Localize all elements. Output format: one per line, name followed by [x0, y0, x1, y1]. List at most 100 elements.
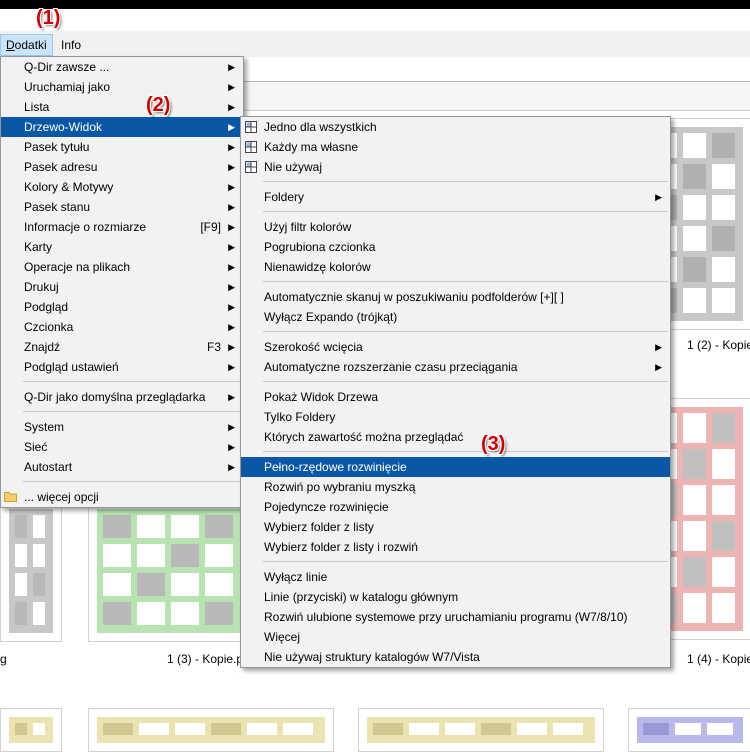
- menu-item-wybierz-folder-z-listy[interactable]: Wybierz folder z listy: [241, 517, 670, 537]
- menu-item-czcionka[interactable]: Czcionka ▶: [1, 317, 243, 337]
- thumbnail-image[interactable]: [358, 708, 604, 752]
- menu-item-label: Jedno dla wszystkich: [264, 120, 377, 134]
- menu-item-drukuj[interactable]: Drukuj ▶: [1, 277, 243, 297]
- menu-item-label: Nie używaj struktury katalogów W7/Vista: [264, 650, 480, 664]
- thumbnail-image[interactable]: [628, 708, 750, 752]
- menu-item-pasek-stanu[interactable]: Pasek stanu ▶: [1, 197, 243, 217]
- menu-item-automatycznie-skanuj-w-poszukiwaniu-podfolderów[interactable]: Automatycznie skanuj w poszukiwaniu podf…: [241, 287, 670, 307]
- grid-icon: [245, 141, 257, 153]
- menu-item-label: Pasek tytułu: [24, 140, 90, 154]
- submenu-arrow-icon: ▶: [228, 142, 235, 152]
- toolbar: [244, 82, 750, 111]
- submenu-arrow-icon: ▶: [228, 302, 235, 312]
- menu-item-użyj-filtr-kolorów[interactable]: Użyj filtr kolorów: [241, 217, 670, 237]
- thumbnail-image[interactable]: [0, 500, 62, 642]
- menu-item-label: Automatycznie skanuj w poszukiwaniu podf…: [264, 290, 564, 304]
- menu-item-label: Sieć: [24, 440, 48, 454]
- thumbnail-cell: [175, 723, 205, 735]
- menu-item-uruchamiaj-jako[interactable]: Uruchamiaj jako ▶: [1, 77, 243, 97]
- menu-item-informacje-o-rozmiarze[interactable]: Informacje o rozmiarze [F9] ▶: [1, 217, 243, 237]
- thumbnail-cell: [683, 164, 706, 189]
- menu-separator: [241, 377, 670, 387]
- menu-item-q-dir-jako-domyślna-przeglądarka[interactable]: Q-Dir jako domyślna przeglądarka ▶: [1, 387, 243, 407]
- thumbnail-cell: [683, 557, 706, 587]
- thumbnail-cell: [15, 515, 27, 538]
- thumb-caption: 1 (2) - Kopie: [687, 338, 750, 352]
- menu-item-label: Których zawartość można przeglądać: [264, 430, 464, 444]
- thumbnail-cell: [373, 723, 403, 735]
- menu-item-pełno-rzędowe-rozwinięcie[interactable]: Pełno-rzędowe rozwinięcie: [241, 457, 670, 477]
- menu-item-więcej[interactable]: Więcej: [241, 627, 670, 647]
- menu-item-kolory-motywy[interactable]: Kolory & Motywy ▶: [1, 177, 243, 197]
- menu-item-karty[interactable]: Karty ▶: [1, 237, 243, 257]
- thumbnail-cell: [15, 544, 27, 567]
- submenu-arrow-icon: ▶: [228, 392, 235, 402]
- thumbnail-cell: [33, 544, 45, 567]
- submenu-arrow-icon: ▶: [228, 82, 235, 92]
- thumbnail-cell: [643, 723, 669, 735]
- menu-item-nie-używaj-struktury-katalogów-w7-vista[interactable]: Nie używaj struktury katalogów W7/Vista: [241, 647, 670, 667]
- menu-item-wyłącz-expando-trójkąt[interactable]: Wyłącz Expando (trójkąt): [241, 307, 670, 327]
- thumbnail-image[interactable]: [88, 500, 250, 642]
- thumbnail-cell: [103, 544, 131, 567]
- dodatki-dropdown-menu: Q-Dir zawsze ... ▶ Uruchamiaj jako ▶ Lista ▶ D…: [0, 56, 244, 508]
- submenu-arrow-icon: ▶: [228, 102, 235, 112]
- menu-item-pasek-adresu[interactable]: Pasek adresu ▶: [1, 157, 243, 177]
- thumbnail-cell: [137, 515, 165, 538]
- thumbnail-cell: [205, 602, 233, 625]
- thumbnail-cell: [409, 723, 439, 735]
- menu-item-rozwiń-ulubione-systemowe-przy-uruchamianiu-programu-w7-8-10[interactable]: Rozwiń ulubione systemowe przy uruchamia…: [241, 607, 670, 627]
- thumbnail-cell: [171, 602, 199, 625]
- thumbnail-image[interactable]: [0, 708, 62, 752]
- submenu-arrow-icon: ▶: [228, 422, 235, 432]
- menu-item-szerokość-wcięcia[interactable]: Szerokość wcięcia ▶: [241, 337, 670, 357]
- menu-item-automatyczne-rozszerzanie-czasu-przeciągania[interactable]: Automatyczne rozszerzanie czasu przeciąg…: [241, 357, 670, 377]
- submenu-arrow-icon: ▶: [228, 342, 235, 352]
- menu-item-q-dir-zawsze[interactable]: Q-Dir zawsze ... ▶: [1, 57, 243, 77]
- menu-item-operacje-na-plikach[interactable]: Operacje na plikach ▶: [1, 257, 243, 277]
- menu-item-drzewo-widok[interactable]: Drzewo-Widok ▶: [1, 117, 243, 137]
- menu-item-których-zawartość-można-przeglądać[interactable]: Których zawartość można przeglądać: [241, 427, 670, 447]
- menu-item-znajdź[interactable]: Znajdź F3 ▶: [1, 337, 243, 357]
- menu-item-nie-używaj[interactable]: Nie używaj: [241, 157, 670, 177]
- menu-item-pojedyncze-rozwinięcie[interactable]: Pojedyncze rozwinięcie: [241, 497, 670, 517]
- thumbnail-cell: [712, 195, 735, 220]
- menu-info[interactable]: Info: [56, 35, 86, 55]
- menu-item-więcej-opcji[interactable]: ... więcej opcji: [1, 487, 243, 507]
- menu-item-tylko-foldery[interactable]: Tylko Foldery: [241, 407, 670, 427]
- menu-item-jedno-dla-wszystkich[interactable]: Jedno dla wszystkich: [241, 117, 670, 137]
- menu-item-foldery[interactable]: Foldery ▶: [241, 187, 670, 207]
- submenu-arrow-icon: ▶: [228, 242, 235, 252]
- submenu-arrow-icon: ▶: [228, 362, 235, 372]
- menu-item-każdy-ma-własne[interactable]: Każdy ma własne: [241, 137, 670, 157]
- menu-item-podgląd[interactable]: Podgląd ▶: [1, 297, 243, 317]
- annotation-1: (1): [36, 7, 61, 29]
- menu-item-nienawidzę-kolorów[interactable]: Nienawidzę kolorów: [241, 257, 670, 277]
- menu-item-rozwiń-po-wybraniu-myszką[interactable]: Rozwiń po wybraniu myszką: [241, 477, 670, 497]
- menu-item-label: Użyj filtr kolorów: [264, 220, 352, 234]
- thumbnail-cell: [137, 573, 165, 596]
- menu-item-label: System: [24, 420, 65, 434]
- menu-separator: [241, 327, 670, 337]
- menu-item-pokaż-widok-drzewa[interactable]: Pokaż Widok Drzewa: [241, 387, 670, 407]
- address-bar[interactable]: [244, 57, 750, 82]
- menu-item-wybierz-folder-z-listy-i-rozwiń[interactable]: Wybierz folder z listy i rozwiń: [241, 537, 670, 557]
- menu-item-sieć[interactable]: Sieć ▶: [1, 437, 243, 457]
- menu-dodatki[interactable]: Dodatki: [0, 34, 53, 56]
- thumb-caption: 1 (3) - Kopie.p: [167, 652, 244, 666]
- thumbnail-cell: [283, 723, 313, 735]
- menu-item-autostart[interactable]: Autostart ▶: [1, 457, 243, 477]
- menu-item-lista[interactable]: Lista ▶: [1, 97, 243, 117]
- thumbnail-image[interactable]: [88, 708, 334, 752]
- menu-item-pasek-tytułu[interactable]: Pasek tytułu ▶: [1, 137, 243, 157]
- menu-item-label: Wyłącz Expando (trójkąt): [264, 310, 398, 324]
- menu-item-wyłącz-linie[interactable]: Wyłącz linie: [241, 567, 670, 587]
- menu-item-linie-przyciski-w-katalogu-głównym[interactable]: Linie (przyciski) w katalogu głównym: [241, 587, 670, 607]
- submenu-arrow-icon: ▶: [228, 182, 235, 192]
- menu-item-pogrubiona-czcionka[interactable]: Pogrubiona czcionka: [241, 237, 670, 257]
- menu-item-system[interactable]: System ▶: [1, 417, 243, 437]
- menu-item-label: Uruchamiaj jako: [24, 80, 111, 94]
- thumbnail-cell: [33, 573, 45, 596]
- menu-item-podgląd-ustawień[interactable]: Podgląd ustawień ▶: [1, 357, 243, 377]
- submenu-arrow-icon: ▶: [228, 162, 235, 172]
